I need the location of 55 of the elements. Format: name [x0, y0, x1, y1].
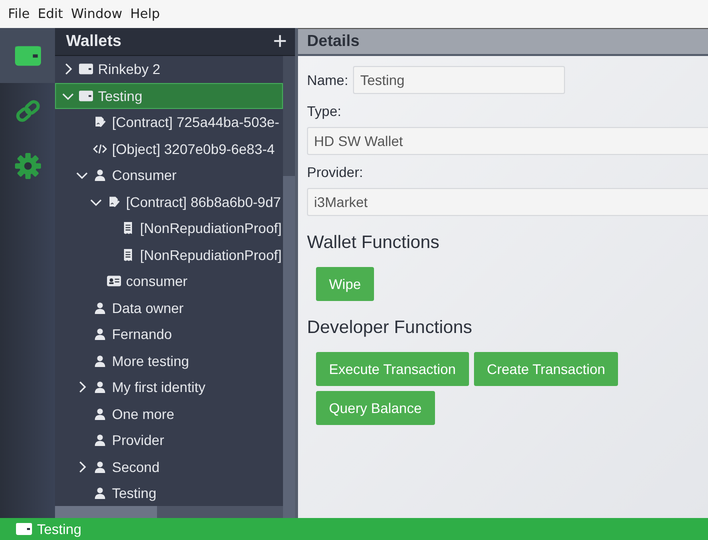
tree-item[interactable]: Rinkeby 2 — [55, 56, 283, 82]
id-card-icon — [107, 275, 121, 288]
wallet-icon — [79, 63, 93, 76]
tree-item[interactable]: Data owner — [55, 294, 283, 321]
tree-item[interactable]: Consumer — [55, 162, 283, 188]
person-icon — [93, 302, 107, 314]
horizontal-scrollbar[interactable] — [55, 506, 295, 518]
person-icon — [93, 408, 107, 420]
wallet-icon — [16, 523, 32, 535]
receipt-icon — [121, 248, 135, 261]
menu-item[interactable]: Window — [66, 6, 126, 22]
panel-title: Wallets — [66, 32, 122, 50]
type-field[interactable]: HD SW Wallet — [307, 127, 708, 155]
signed-document-icon — [93, 116, 107, 128]
tree-item[interactable]: [NonRepudiationProof] — [55, 215, 283, 242]
tree-item[interactable]: Second — [55, 454, 283, 480]
person-icon — [93, 354, 107, 367]
person-icon — [93, 169, 107, 182]
receipt-icon — [121, 222, 135, 234]
tree-item[interactable]: [NonRepudiationProof] — [55, 242, 283, 268]
vertical-scrollbar[interactable] — [283, 56, 295, 506]
tree-item[interactable]: My first identity — [55, 374, 283, 400]
details-title: Details — [307, 32, 360, 50]
tree-item[interactable]: Provider — [55, 427, 283, 454]
tree-item[interactable]: Testing — [55, 82, 283, 109]
tree-item[interactable]: [Contract] 86b8a6b0-9d7 — [55, 188, 283, 215]
person-icon — [93, 434, 107, 446]
tree-item[interactable]: [Object] 3207e0b9-6e83-4 — [55, 136, 283, 162]
tree-item[interactable]: Fernando — [55, 321, 283, 348]
menu-item[interactable]: Help — [126, 6, 164, 22]
person-icon — [93, 328, 107, 340]
signed-document-icon — [107, 196, 121, 208]
name-field[interactable]: Testing — [353, 66, 566, 94]
provider-field[interactable]: i3Market — [307, 188, 708, 216]
tree-item[interactable]: [Contract] 725a44ba-503e- — [55, 109, 283, 136]
rail-button[interactable] — [0, 28, 55, 83]
tree-item[interactable]: One more — [55, 400, 283, 427]
section-title: Developer Functions — [307, 317, 474, 338]
field-label: Type: — [307, 103, 342, 119]
tree-item[interactable]: More testing — [55, 348, 283, 374]
person-icon — [93, 460, 107, 473]
section-title: Wallet Functions — [307, 232, 440, 253]
menu-item[interactable]: File — [4, 6, 34, 22]
code-icon — [93, 142, 107, 155]
link-icon — [14, 98, 40, 124]
person-icon — [93, 381, 107, 394]
tree-item[interactable]: consumer — [55, 268, 283, 294]
tree-item[interactable]: Testing — [55, 480, 283, 506]
person-icon — [93, 487, 107, 500]
menu-item[interactable]: Edit — [34, 6, 67, 22]
status-text: Testing — [37, 521, 82, 537]
add-button[interactable]: + — [272, 30, 287, 54]
field-label: Name: — [307, 72, 348, 88]
field-label: Provider: — [307, 164, 364, 180]
wallet-icon — [79, 90, 93, 102]
